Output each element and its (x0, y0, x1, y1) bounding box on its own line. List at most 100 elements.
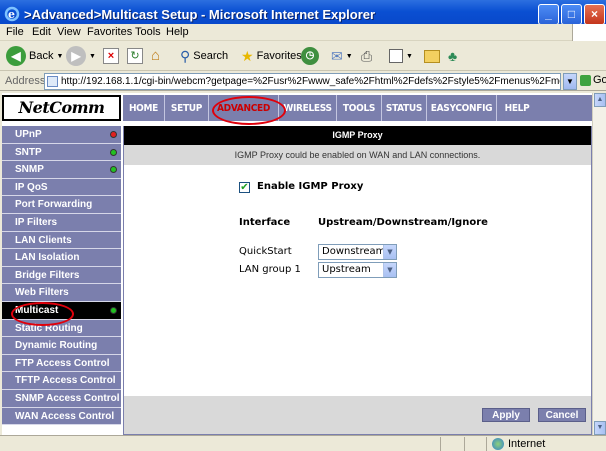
go-label: Go (593, 74, 606, 86)
search-icon: ⚲ (180, 47, 191, 64)
chevron-down-icon: ▼ (383, 245, 396, 259)
side-item-upnp[interactable]: UPnP (2, 126, 121, 144)
maximize-button[interactable]: □ (561, 4, 582, 25)
side-item-lan-isolation[interactable]: LAN Isolation (2, 249, 121, 267)
folder-button[interactable] (424, 45, 440, 67)
nav-status[interactable]: STATUS (382, 95, 427, 121)
back-arrow-icon: ◀ (6, 46, 26, 66)
mail-button[interactable]: ✉ ▼ (331, 45, 353, 67)
side-item-sntp[interactable]: SNTP (2, 143, 121, 162)
nav-setup[interactable]: SETUP (165, 95, 209, 121)
go-button[interactable]: Go (580, 74, 606, 86)
messenger-button[interactable]: ♣ (448, 45, 457, 67)
side-item-bridge-filters[interactable]: Bridge Filters (2, 266, 121, 285)
side-item-label: WAN Access Control (15, 410, 115, 422)
edit-icon (389, 49, 403, 63)
folder-icon (424, 49, 440, 63)
lan-group-1-mode-select[interactable]: Upstream ▼ (318, 262, 397, 278)
side-item-label: SNTP (15, 146, 42, 158)
side-item-label: FTP Access Control (15, 357, 110, 369)
interface-name: LAN group 1 (239, 264, 301, 275)
history-button[interactable]: ◷ (301, 45, 319, 67)
menu-edit[interactable]: Edit (32, 26, 51, 38)
enable-igmp-checkbox[interactable]: ✔ (239, 182, 250, 193)
chevron-down-icon: ▼ (345, 52, 353, 60)
cancel-button[interactable]: Cancel (538, 408, 586, 422)
menu-help[interactable]: Help (166, 26, 189, 38)
nav-easyconfig[interactable]: EASYCONFIG (427, 95, 497, 121)
nav-wireless[interactable]: WIRELESS (279, 95, 337, 121)
igmp-form: ✔ Enable IGMP Proxy Interface Upstream/D… (124, 165, 591, 395)
button-bar: Apply Cancel (124, 396, 591, 434)
menu-view[interactable]: View (57, 26, 81, 38)
back-button[interactable]: ◀ Back ▼ (6, 45, 63, 67)
side-item-label: LAN Isolation (15, 252, 80, 264)
top-navigation: HOME SETUP ADVANCED WIRELESS TOOLS STATU… (123, 95, 592, 121)
browser-toolbar: ◀ Back ▼ ▶ ▼ × ↻ ⌂ ⚲ Search ★ Favorites … (0, 41, 606, 71)
side-item-label: Port Forwarding (15, 199, 93, 211)
favorites-button[interactable]: ★ Favorites (241, 45, 302, 67)
close-button[interactable]: × (584, 4, 605, 25)
chevron-down-icon: ▼ (406, 52, 413, 60)
menu-tools[interactable]: Tools (135, 26, 161, 38)
messenger-icon: ♣ (448, 48, 458, 64)
stop-button[interactable]: × (103, 45, 119, 67)
menu-favorites[interactable]: Favorites (87, 26, 132, 38)
nav-tools[interactable]: TOOLS (337, 95, 382, 121)
history-icon: ◷ (301, 47, 319, 65)
side-item-label: Dynamic Routing (15, 340, 98, 352)
back-label: Back (29, 50, 54, 62)
address-input[interactable]: http://192.168.1.1/cgi-bin/webcm?getpage… (44, 73, 561, 90)
side-item-ftp-access-control[interactable]: FTP Access Control (2, 354, 121, 373)
home-button[interactable]: ⌂ (151, 45, 169, 67)
side-item-dynamic-routing[interactable]: Dynamic Routing (2, 337, 121, 355)
side-item-ip-filters[interactable]: IP Filters (2, 213, 121, 232)
forward-button[interactable]: ▶ ▼ (66, 45, 96, 67)
select-value: Downstream (322, 246, 386, 257)
apply-button[interactable]: Apply (482, 408, 530, 422)
vertical-scrollbar[interactable]: ▲ ▼ (592, 93, 606, 435)
zone-label: Internet (508, 438, 546, 450)
refresh-button[interactable]: ↻ (127, 45, 143, 67)
refresh-icon: ↻ (127, 48, 143, 64)
side-item-snmp[interactable]: SNMP (2, 161, 121, 179)
menu-bar: File Edit View Favorites Tools Help (0, 24, 606, 41)
side-item-label: SNMP Access Control (15, 392, 120, 404)
ie-icon: e (4, 6, 20, 22)
chevron-down-icon: ▼ (383, 263, 396, 277)
page-viewport: NetComm HOME SETUP ADVANCED WIRELESS TOO… (2, 93, 592, 435)
edit-button[interactable]: ▼ (389, 45, 413, 67)
nav-home[interactable]: HOME (123, 95, 165, 121)
side-item-snmp-access-control[interactable]: SNMP Access Control (2, 389, 121, 408)
scroll-up-button[interactable]: ▲ (594, 93, 606, 107)
panel-description: IGMP Proxy could be enabled on WAN and L… (124, 145, 591, 165)
side-item-label: IP Filters (15, 216, 58, 228)
side-item-lan-clients[interactable]: LAN Clients (2, 231, 121, 250)
quickstart-mode-select[interactable]: Downstream ▼ (318, 244, 397, 260)
chevron-down-icon: ▼ (89, 52, 96, 60)
netcomm-logo[interactable]: NetComm (2, 95, 121, 121)
side-item-port-forwarding[interactable]: Port Forwarding (2, 196, 121, 214)
status-bar: Internet (0, 435, 606, 451)
scroll-down-button[interactable]: ▼ (594, 421, 606, 435)
nav-help[interactable]: HELP (497, 95, 537, 121)
minimize-button[interactable]: _ (538, 4, 559, 25)
stop-icon: × (103, 48, 119, 64)
side-item-web-filters[interactable]: Web Filters (2, 284, 121, 302)
side-item-label: IP QoS (15, 181, 48, 193)
search-label: Search (193, 50, 229, 62)
menu-file[interactable]: File (6, 26, 24, 38)
window-title: >Advanced>Multicast Setup - Microsoft In… (24, 7, 376, 22)
print-button[interactable]: ⎙ (361, 45, 372, 67)
side-item-wan-access-control[interactable]: WAN Access Control (2, 407, 121, 426)
address-dropdown-button[interactable]: ▼ (563, 73, 577, 90)
side-navigation: UPnP SNTP SNMP IP QoS Port Forwarding IP… (2, 126, 121, 426)
side-item-ip-qos[interactable]: IP QoS (2, 178, 121, 197)
go-arrow-icon (580, 74, 591, 86)
highlight-ring (11, 302, 74, 326)
address-bar: Address http://192.168.1.1/cgi-bin/webcm… (0, 71, 606, 91)
side-item-tftp-access-control[interactable]: TFTP Access Control (2, 372, 121, 390)
search-button[interactable]: ⚲ Search (180, 45, 228, 67)
star-icon: ★ (241, 47, 254, 64)
enable-igmp-label: Enable IGMP Proxy (257, 181, 364, 192)
